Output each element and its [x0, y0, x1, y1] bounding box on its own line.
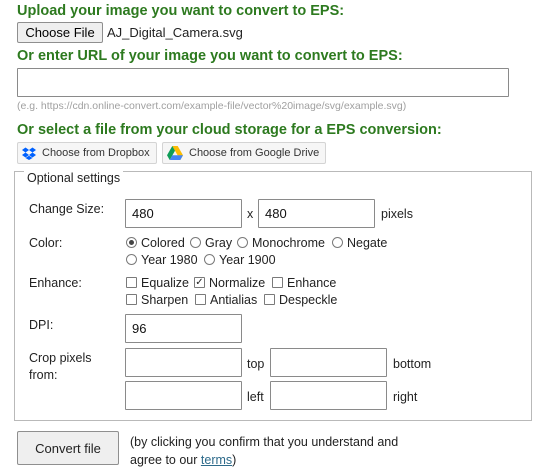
google-drive-button[interactable]: Choose from Google Drive	[162, 142, 327, 164]
dropbox-icon	[22, 147, 36, 160]
radio-gray[interactable]	[190, 237, 201, 248]
change-size-label: Change Size:	[29, 202, 105, 216]
dpi-label: DPI:	[29, 318, 54, 332]
checkbox-equalize[interactable]	[126, 277, 137, 288]
crop-label-line1: Crop pixels	[29, 351, 92, 365]
checkbox-despeckle[interactable]	[264, 294, 275, 305]
crop-left-label: left	[247, 390, 264, 404]
color-option-year-1980: Year 1980	[141, 253, 198, 267]
radio-monochrome[interactable]	[237, 237, 248, 248]
terms-link[interactable]: terms	[201, 453, 232, 467]
color-option-gray: Gray	[205, 236, 233, 250]
crop-label-line2: from:	[29, 368, 58, 382]
radio-negate[interactable]	[332, 237, 343, 248]
cloud-heading: Or select a file from your cloud storage…	[17, 122, 442, 138]
google-drive-label: Choose from Google Drive	[189, 147, 320, 159]
url-example-hint: (e.g. https://cdn.online-convert.com/exa…	[17, 100, 407, 112]
url-heading: Or enter URL of your image you want to c…	[17, 48, 403, 64]
radio-year-1900[interactable]	[204, 254, 215, 265]
terms-note: (by clicking you confirm that you unders…	[130, 433, 430, 469]
google-drive-icon	[167, 146, 183, 160]
convert-file-button[interactable]: Convert file	[17, 431, 119, 465]
color-option-colored: Colored	[141, 236, 185, 250]
checkbox-normalize[interactable]: ✓	[194, 277, 205, 288]
height-input[interactable]	[258, 199, 375, 228]
checkbox-enhance[interactable]	[272, 277, 283, 288]
terms-note-line2: agree to our terms)	[130, 451, 430, 469]
url-input[interactable]	[17, 68, 509, 97]
terms-note-prefix: agree to our	[130, 453, 201, 467]
choose-file-button[interactable]: Choose File	[17, 22, 103, 43]
enhance-option-sharpen: Sharpen	[141, 293, 189, 307]
crop-left-input[interactable]	[125, 381, 242, 410]
terms-note-suffix: )	[232, 453, 237, 467]
enhance-option-enhance: Enhance	[287, 276, 337, 290]
size-separator: x	[247, 207, 254, 221]
chosen-file-name: AJ_Digital_Camera.svg	[107, 25, 243, 40]
crop-top-input[interactable]	[125, 348, 242, 377]
enhance-option-antialias: Antialias	[210, 293, 258, 307]
color-option-monochrome: Monochrome	[252, 236, 325, 250]
color-label: Color:	[29, 236, 63, 250]
enhance-option-despeckle: Despeckle	[279, 293, 338, 307]
enhance-option-equalize: Equalize	[141, 276, 189, 290]
color-option-year-1900: Year 1900	[219, 253, 276, 267]
crop-right-input[interactable]	[270, 381, 387, 410]
checkbox-sharpen[interactable]	[126, 294, 137, 305]
crop-top-label: top	[247, 357, 265, 371]
radio-colored[interactable]	[126, 237, 137, 248]
dropbox-button[interactable]: Choose from Dropbox	[17, 142, 157, 164]
radio-year-1980[interactable]	[126, 254, 137, 265]
crop-bottom-input[interactable]	[270, 348, 387, 377]
enhance-option-normalize: Normalize	[209, 276, 266, 290]
crop-bottom-label: bottom	[393, 357, 432, 371]
upload-heading: Upload your image you want to convert to…	[17, 3, 345, 19]
dpi-input[interactable]	[125, 314, 242, 343]
dropbox-label: Choose from Dropbox	[42, 147, 150, 159]
enhance-label: Enhance:	[29, 276, 82, 290]
size-unit: pixels	[381, 207, 413, 221]
optional-settings-legend: Optional settings	[24, 171, 124, 185]
terms-note-line1: (by clicking you confirm that you unders…	[130, 435, 399, 449]
checkbox-antialias[interactable]	[195, 294, 206, 305]
color-option-negate: Negate	[347, 236, 388, 250]
width-input[interactable]	[125, 199, 242, 228]
crop-right-label: right	[393, 390, 418, 404]
